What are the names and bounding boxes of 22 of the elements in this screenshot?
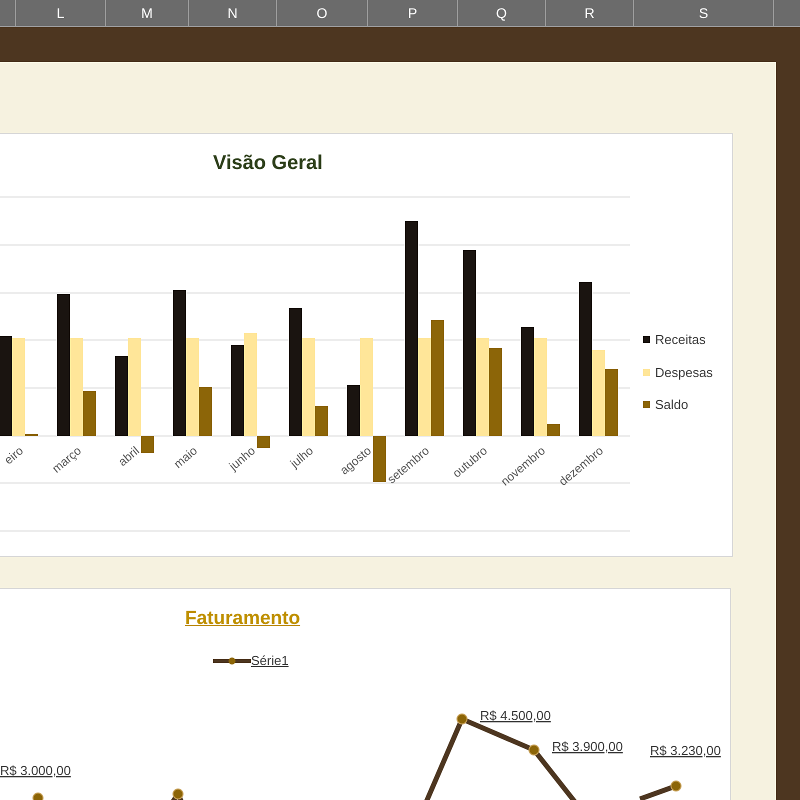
data-label: R$ 3.230,00 — [650, 743, 721, 758]
category-label: abril — [116, 444, 142, 469]
legend-label: Série1 — [251, 652, 289, 670]
column-header[interactable]: R — [546, 0, 634, 26]
data-label: R$ 3.000,00 — [0, 763, 71, 778]
legend-label: Saldo — [655, 396, 688, 414]
legend-line-icon — [213, 656, 251, 665]
category-label: eiro — [2, 444, 26, 468]
legend-label: Despesas — [655, 364, 713, 382]
column-header[interactable]: N — [189, 0, 277, 26]
chart-title: Faturamento — [185, 607, 300, 631]
chart-bar — [605, 369, 618, 436]
chart-title: Visão Geral — [213, 151, 323, 176]
legend-label: Receitas — [655, 331, 706, 349]
column-header[interactable]: M — [106, 0, 189, 26]
column-header[interactable]: L — [16, 0, 106, 26]
column-header[interactable]: S — [634, 0, 774, 26]
column-header[interactable]: Q — [458, 0, 546, 26]
column-header[interactable]: P — [368, 0, 458, 26]
data-label: R$ 4.500,00 — [480, 708, 551, 723]
column-header[interactable]: O — [277, 0, 368, 26]
data-label: R$ 3.900,00 — [552, 739, 623, 754]
